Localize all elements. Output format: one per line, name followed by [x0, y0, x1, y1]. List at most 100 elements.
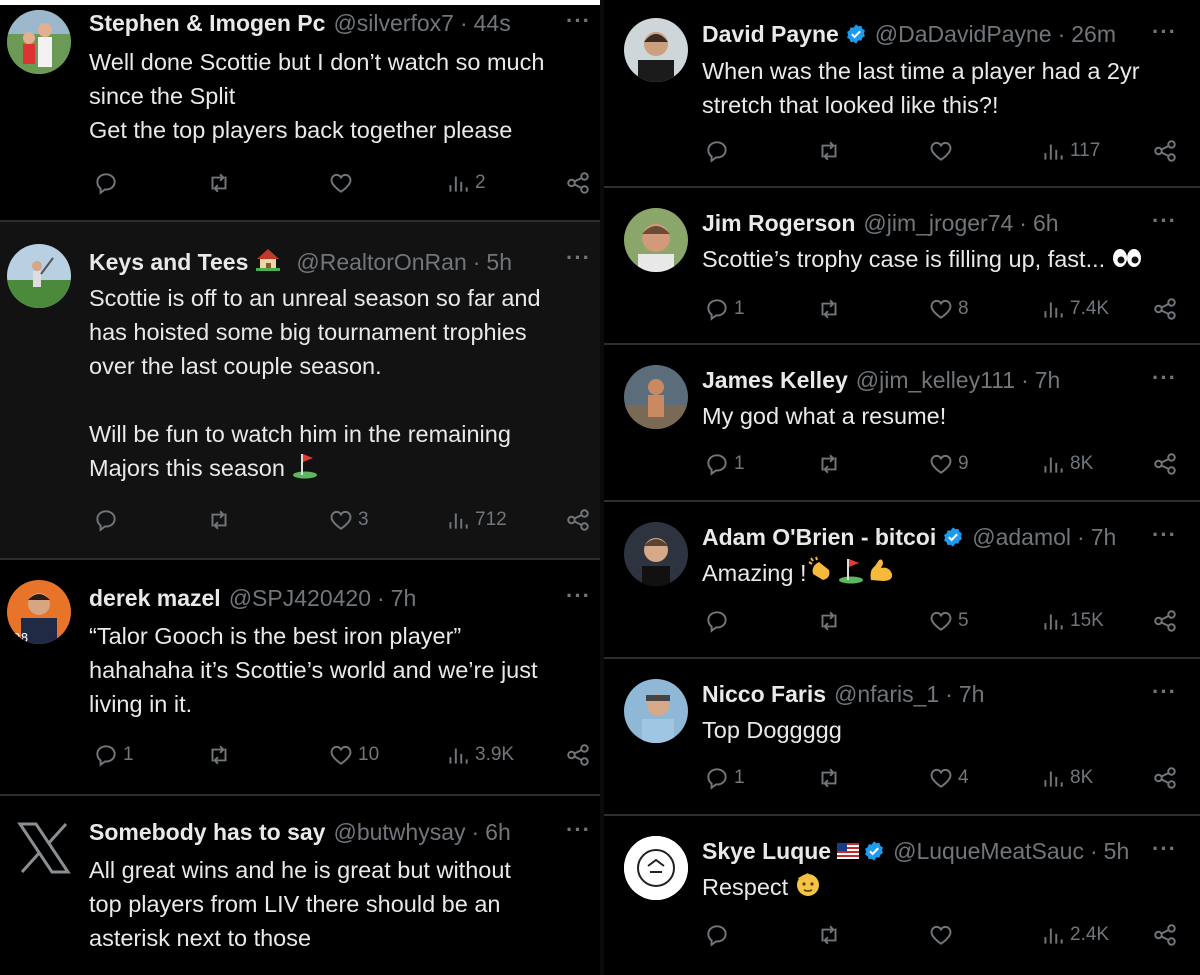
- timestamp[interactable]: 7h: [391, 584, 417, 612]
- display-name[interactable]: Stephen & Imogen Pc: [89, 9, 325, 37]
- views-button[interactable]: 8K: [1040, 765, 1093, 791]
- display-name[interactable]: Adam O'Brien - bitcoi: [702, 523, 936, 551]
- handle[interactable]: @nfaris_1: [834, 680, 939, 708]
- repost-button[interactable]: [816, 922, 842, 948]
- share-button[interactable]: [1152, 608, 1178, 634]
- handle[interactable]: @jim_kelley111: [856, 366, 1015, 394]
- handle[interactable]: @silverfox7: [333, 9, 454, 37]
- display-name[interactable]: David Payne: [702, 20, 839, 48]
- avatar[interactable]: [624, 18, 688, 82]
- like-button[interactable]: [328, 170, 354, 196]
- handle[interactable]: @SPJ420420: [229, 584, 371, 612]
- views-button[interactable]: 15K: [1040, 608, 1104, 634]
- more-options-button[interactable]: ···: [1152, 365, 1177, 391]
- timestamp[interactable]: 7h: [959, 680, 985, 708]
- avatar[interactable]: [624, 208, 688, 272]
- reply-button[interactable]: 1: [93, 742, 134, 768]
- avatar[interactable]: [624, 679, 688, 743]
- views-button[interactable]: 2.4K: [1040, 922, 1109, 948]
- share-button[interactable]: [1152, 138, 1178, 164]
- timestamp[interactable]: 5h: [486, 248, 512, 276]
- repost-button[interactable]: [816, 451, 842, 477]
- share-button[interactable]: [1152, 296, 1178, 322]
- handle[interactable]: @DaDavidPayne: [875, 20, 1052, 48]
- share-button[interactable]: [565, 170, 591, 196]
- views-button[interactable]: 7.4K: [1040, 296, 1109, 322]
- avatar[interactable]: 28: [7, 580, 71, 644]
- repost-button[interactable]: [206, 170, 232, 196]
- tweet-nicco-faris[interactable]: Nicco Faris @nfaris_1 · 7h ··· Top Doggg…: [604, 659, 1200, 816]
- timestamp[interactable]: 5h: [1104, 837, 1130, 865]
- handle[interactable]: @jim_jroger74: [863, 209, 1013, 237]
- reply-button[interactable]: 1: [704, 296, 745, 322]
- reply-button[interactable]: 1: [704, 451, 745, 477]
- timestamp[interactable]: 26m: [1071, 20, 1116, 48]
- tweet-adam-obrien[interactable]: Adam O'Brien - bitcoi @adamol · 7h ··· A…: [604, 502, 1200, 659]
- display-name[interactable]: Skye Luque: [702, 837, 831, 865]
- avatar[interactable]: [624, 365, 688, 429]
- reply-button[interactable]: [704, 608, 730, 634]
- avatar[interactable]: [624, 836, 688, 900]
- views-button[interactable]: 712: [445, 507, 507, 533]
- display-name-text[interactable]: Keys and Tees: [89, 248, 248, 276]
- reply-button[interactable]: 1: [704, 765, 745, 791]
- share-button[interactable]: [1152, 765, 1178, 791]
- tweet-jim-rogerson[interactable]: Jim Rogerson @jim_jroger74 · 6h ··· Scot…: [604, 188, 1200, 345]
- more-options-button[interactable]: ···: [1152, 679, 1177, 705]
- share-button[interactable]: [565, 507, 591, 533]
- repost-button[interactable]: [206, 742, 232, 768]
- reply-button[interactable]: [93, 507, 119, 533]
- handle[interactable]: @LuqueMeatSauc: [893, 837, 1084, 865]
- views-button[interactable]: 2: [445, 170, 486, 196]
- more-options-button[interactable]: ···: [1152, 208, 1177, 234]
- views-button[interactable]: 3.9K: [445, 742, 514, 768]
- share-button[interactable]: [1152, 922, 1178, 948]
- more-options-button[interactable]: ···: [566, 245, 591, 271]
- more-options-button[interactable]: ···: [566, 8, 591, 34]
- reply-button[interactable]: [704, 138, 730, 164]
- share-button[interactable]: [1152, 451, 1178, 477]
- repost-button[interactable]: [816, 296, 842, 322]
- more-options-button[interactable]: ···: [566, 817, 591, 843]
- repost-button[interactable]: [816, 765, 842, 791]
- repost-button[interactable]: [816, 138, 842, 164]
- views-button[interactable]: 8K: [1040, 451, 1093, 477]
- tweet-keys-and-tees[interactable]: Keys and Tees @RealtorOnRan · 5h ··· Sco…: [0, 222, 600, 560]
- display-name[interactable]: Nicco Faris: [702, 680, 826, 708]
- like-button[interactable]: 3: [328, 507, 369, 533]
- tweet-somebody-has-to-say[interactable]: Somebody has to say @butwhysay · 6h ··· …: [0, 796, 600, 975]
- handle[interactable]: @adamol: [972, 523, 1071, 551]
- like-button[interactable]: [928, 138, 954, 164]
- share-button[interactable]: [565, 742, 591, 768]
- like-button[interactable]: 10: [328, 742, 379, 768]
- more-options-button[interactable]: ···: [1152, 522, 1177, 548]
- like-button[interactable]: 5: [928, 608, 969, 634]
- repost-button[interactable]: [206, 507, 232, 533]
- more-options-button[interactable]: ···: [1152, 19, 1177, 45]
- tweet-derek-mazel[interactable]: 28 derek mazel @SPJ420420 · 7h ··· “Talo…: [0, 560, 600, 796]
- timestamp[interactable]: 6h: [485, 818, 511, 846]
- display-name[interactable]: Somebody has to say: [89, 818, 325, 846]
- x-logo-avatar[interactable]: [12, 816, 76, 880]
- views-button[interactable]: 117: [1040, 138, 1100, 164]
- display-name[interactable]: Jim Rogerson: [702, 209, 855, 237]
- tweet-skye-luque[interactable]: Skye Luque @LuqueMeatSauc · 5h ··· Respe…: [604, 816, 1200, 975]
- display-name[interactable]: James Kelley: [702, 366, 848, 394]
- reply-button[interactable]: [93, 170, 119, 196]
- tweet-james-kelley[interactable]: James Kelley @jim_kelley111 · 7h ··· My …: [604, 345, 1200, 502]
- display-name[interactable]: derek mazel: [89, 584, 221, 612]
- avatar[interactable]: [7, 10, 71, 74]
- more-options-button[interactable]: ···: [566, 583, 591, 609]
- timestamp[interactable]: 7h: [1091, 523, 1117, 551]
- avatar[interactable]: [7, 244, 71, 308]
- reply-button[interactable]: [704, 922, 730, 948]
- like-button[interactable]: 9: [928, 451, 969, 477]
- avatar[interactable]: [624, 522, 688, 586]
- timestamp[interactable]: 6h: [1033, 209, 1059, 237]
- handle[interactable]: @butwhysay: [333, 818, 465, 846]
- tweet-stephen-imogen[interactable]: Stephen & Imogen Pc @silverfox7 · 44s ··…: [0, 0, 600, 222]
- tweet-david-payne[interactable]: David Payne @DaDavidPayne · 26m ··· When…: [604, 0, 1200, 188]
- like-button[interactable]: 8: [928, 296, 969, 322]
- timestamp[interactable]: 7h: [1035, 366, 1061, 394]
- repost-button[interactable]: [816, 608, 842, 634]
